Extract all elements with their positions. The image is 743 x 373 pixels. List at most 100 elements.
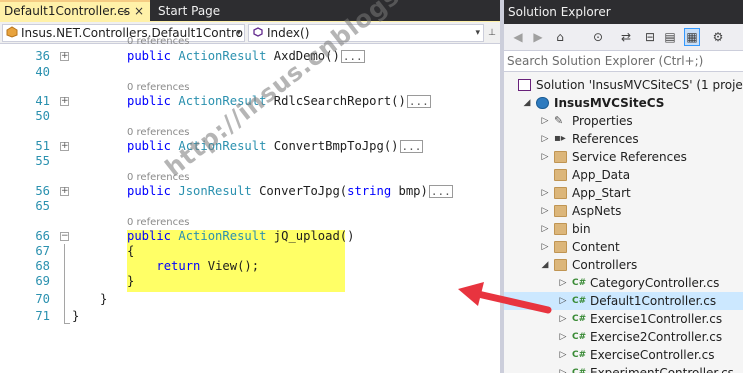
tree-node[interactable]: Solution 'InsusMVCSiteCS' (1 project): [504, 76, 743, 94]
expand-outline-icon[interactable]: +: [60, 52, 69, 61]
collapsed-arrow-icon[interactable]: ▷: [540, 184, 550, 202]
tree-node[interactable]: ◢ InsusMVCSiteCS: [504, 94, 743, 112]
line-number: 40: [35, 65, 50, 79]
forward-icon[interactable]: ▶: [530, 28, 546, 46]
project-icon: [536, 97, 549, 109]
collapsed-arrow-icon[interactable]: ▷: [558, 328, 568, 346]
member-dropdown[interactable]: Index() ▾: [248, 24, 484, 42]
split-window-icon[interactable]: ⊥: [486, 24, 498, 42]
back-icon[interactable]: ◀: [510, 28, 526, 46]
tree-node[interactable]: ▷ C# ExperimentController.cs: [504, 364, 743, 373]
collapsed-arrow-icon[interactable]: ▷: [540, 202, 550, 220]
code-text: public ActionResult ConvertBmpToJpg()...: [127, 139, 424, 154]
line-number: 65: [35, 199, 50, 213]
tree-node[interactable]: ▷ C# Exercise2Controller.cs: [504, 328, 743, 346]
preview-selected-icon[interactable]: ▦: [684, 28, 700, 46]
collapsed-block-indicator[interactable]: ...: [340, 50, 365, 63]
tree-node[interactable]: ▷ Content: [504, 238, 743, 256]
collapsed-arrow-icon[interactable]: ▷: [558, 364, 568, 373]
code-line[interactable]: 36 + public ActionResult AxdDemo()...: [0, 49, 500, 64]
code-line[interactable]: 65: [0, 199, 500, 214]
expand-outline-icon[interactable]: +: [60, 142, 69, 151]
tree-node-label: App_Data: [572, 168, 631, 182]
solution-search-input[interactable]: Search Solution Explorer (Ctrl+;): [504, 50, 743, 72]
collapsed-block-indicator[interactable]: ...: [406, 95, 431, 108]
chevron-down-icon: ▾: [236, 28, 241, 38]
class-dropdown[interactable]: Insus.NET.Controllers.Default1Controller…: [2, 24, 245, 42]
keyword-token: return: [156, 259, 208, 273]
tree-node[interactable]: ▷ bin: [504, 220, 743, 238]
tree-node[interactable]: ▷ Service References: [504, 148, 743, 166]
code-line[interactable]: 70}: [0, 292, 500, 307]
tree-node-label: App_Start: [572, 186, 631, 200]
code-line[interactable]: 66 − public ActionResult jQ_upload(): [0, 229, 500, 244]
code-line[interactable]: 41 + public ActionResult RdlcSearchReport(…: [0, 94, 500, 109]
line-number: 41: [35, 94, 50, 108]
expand-outline-icon[interactable]: +: [60, 187, 69, 196]
code-lens-references[interactable]: 0 references: [127, 127, 190, 138]
collapsed-arrow-icon[interactable]: ▷: [540, 220, 550, 238]
folder-icon: [554, 151, 567, 163]
line-number: 55: [35, 154, 50, 168]
code-line[interactable]: 69}: [0, 274, 500, 289]
collapsed-block-indicator[interactable]: ...: [428, 185, 453, 198]
properties-icon[interactable]: ⚙: [710, 28, 726, 46]
code-line[interactable]: 40: [0, 65, 500, 80]
collapse-all-icon[interactable]: ⊟: [642, 28, 658, 46]
collapsed-arrow-icon[interactable]: ▷: [540, 112, 550, 130]
code-line[interactable]: 55: [0, 154, 500, 169]
show-all-files-icon[interactable]: ▤: [662, 28, 678, 46]
collapse-outline-icon[interactable]: −: [60, 232, 69, 241]
code-line[interactable]: 50: [0, 109, 500, 124]
code-token: }: [127, 274, 135, 288]
code-area[interactable]: 0 references 36 + public ActionResult AxdD…: [0, 36, 500, 373]
csharp-file-icon: C#: [572, 296, 587, 306]
history-icon[interactable]: ⊙: [590, 28, 606, 46]
collapsed-arrow-icon[interactable]: ▷: [540, 130, 550, 148]
line-number: 36: [35, 49, 50, 63]
code-line[interactable]: 67 {: [0, 244, 500, 259]
code-line[interactable]: 51 + public ActionResult ConvertBmpToJpg()…: [0, 139, 500, 154]
tab-start-page[interactable]: Start Page: [154, 0, 244, 22]
home-icon[interactable]: ⌂: [552, 28, 568, 46]
collapsed-arrow-icon[interactable]: ▷: [540, 148, 550, 166]
folder-icon: [554, 187, 567, 199]
tree-node[interactable]: ▷ App_Start: [504, 184, 743, 202]
code-text: {: [127, 244, 134, 259]
collapsed-arrow-icon[interactable]: ▷: [558, 346, 568, 364]
navigation-bar: Insus.NET.Controllers.Default1Controller…: [0, 22, 500, 44]
expanded-arrow-icon[interactable]: ◢: [522, 94, 532, 112]
tab-label: Start Page: [158, 4, 221, 18]
code-line[interactable]: 71}: [0, 309, 500, 324]
expand-outline-icon[interactable]: +: [60, 97, 69, 106]
code-line[interactable]: 68 return View();: [0, 259, 500, 274]
solution-tree: Solution 'InsusMVCSiteCS' (1 project) ◢ In…: [504, 76, 743, 373]
code-token: }: [100, 292, 108, 306]
tree-node[interactable]: App_Data: [504, 166, 743, 184]
tab-label: Default1Controller.cs: [4, 4, 131, 18]
code-lens-references[interactable]: 0 references: [127, 217, 190, 228]
code-lens-references[interactable]: 0 references: [127, 82, 190, 93]
line-number: 69: [35, 274, 50, 288]
code-line[interactable]: 56 + public JsonResult ConverToJpg(string …: [0, 184, 500, 199]
pin-icon[interactable]: ⊸: [118, 2, 127, 21]
code-lens-references[interactable]: 0 references: [127, 36, 190, 47]
code-lens-references[interactable]: 0 references: [127, 172, 190, 183]
collapsed-block-indicator[interactable]: ...: [399, 140, 424, 153]
code-text: public ActionResult AxdDemo()...: [127, 49, 365, 64]
sync-icon[interactable]: ⇄: [618, 28, 634, 46]
code-token: {: [127, 244, 135, 258]
line-number: 71: [35, 309, 50, 323]
collapsed-arrow-icon[interactable]: ▷: [540, 238, 550, 256]
tree-node[interactable]: ▷ ▪▸ References: [504, 130, 743, 148]
tab-default1controller[interactable]: Default1Controller.cs ⊸ ×: [0, 0, 150, 22]
tree-node[interactable]: ▷ AspNets: [504, 202, 743, 220]
tree-node[interactable]: ▷ ✎ Properties: [504, 112, 743, 130]
type-token: ActionResult: [178, 229, 267, 243]
close-icon[interactable]: ×: [134, 2, 144, 21]
tree-node-label: InsusMVCSiteCS: [554, 96, 665, 110]
tree-node-label: Exercise1Controller.cs: [590, 312, 723, 326]
code-token: ConverToJpg(: [251, 184, 348, 198]
tree-node[interactable]: ▷ C# ExerciseController.cs: [504, 346, 743, 364]
